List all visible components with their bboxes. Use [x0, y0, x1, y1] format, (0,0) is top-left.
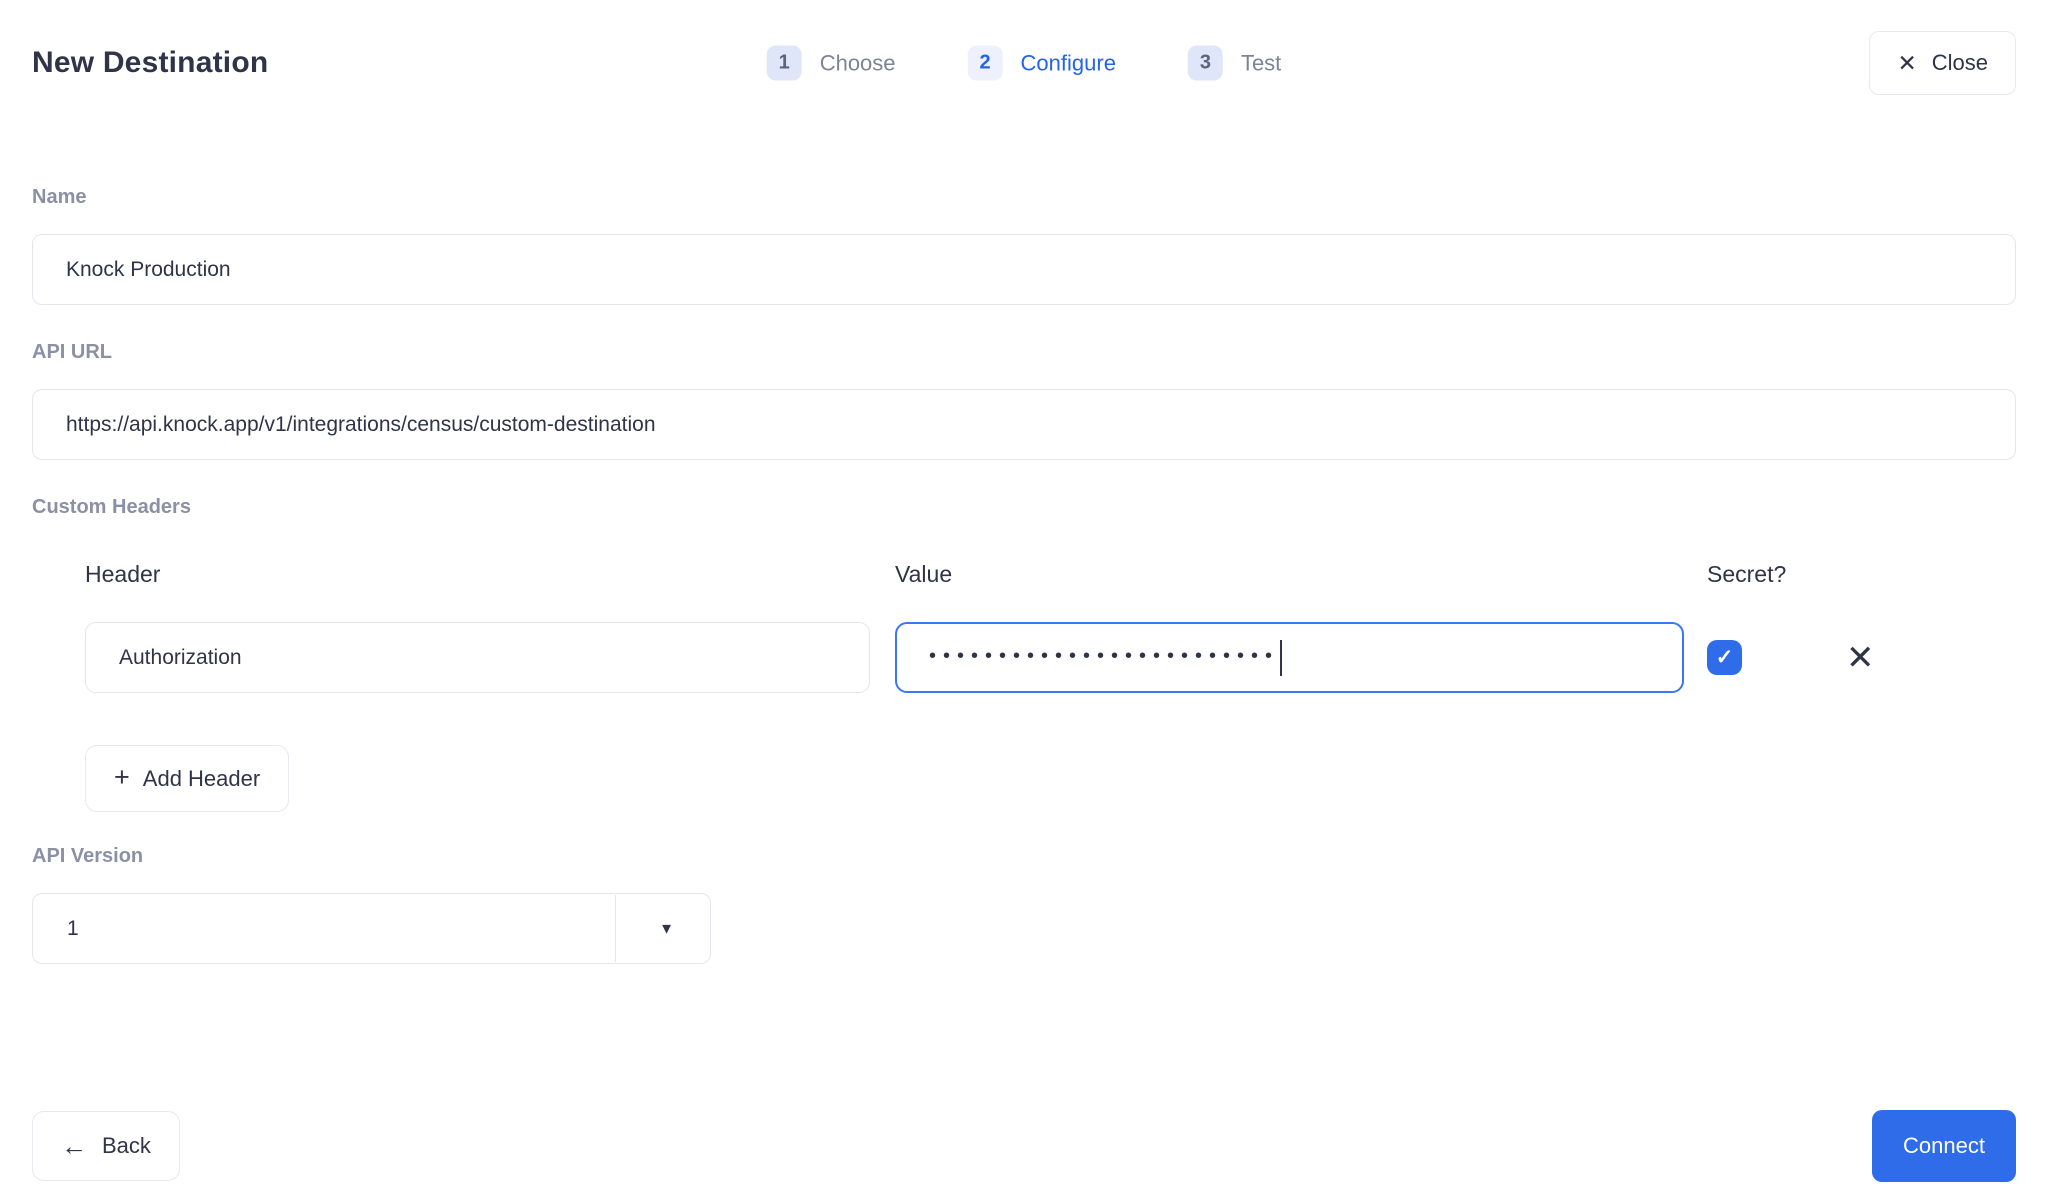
secret-checkbox[interactable]: ✓: [1707, 640, 1742, 675]
name-input[interactable]: [32, 234, 2016, 305]
text-cursor: [1280, 640, 1282, 676]
dialog-header: New Destination 1 Choose 2 Configure 3 T…: [32, 30, 2016, 96]
back-button[interactable]: ← Back: [32, 1111, 180, 1181]
header-row: ••••••••••••••••••••••••• ✓ ✕: [85, 622, 2016, 693]
api-version-select[interactable]: 1 ▼: [32, 893, 711, 964]
select-divider: [615, 895, 616, 962]
plus-icon: +: [114, 764, 130, 791]
new-destination-dialog: New Destination 1 Choose 2 Configure 3 T…: [0, 0, 2048, 1190]
api-url-label: API URL: [32, 341, 2016, 364]
name-label: Name: [32, 186, 2016, 209]
custom-headers-column-row: Header Value Secret?: [85, 561, 2016, 588]
step-choose[interactable]: 1 Choose: [767, 46, 896, 81]
column-value-label: Value: [895, 561, 1707, 588]
step-label: Test: [1241, 50, 1281, 76]
dialog-footer: ← Back Connect: [32, 1110, 2016, 1182]
remove-header-button[interactable]: ✕: [1846, 641, 1875, 675]
step-indicator: 1 Choose 2 Configure 3 Test: [767, 46, 1282, 81]
close-button[interactable]: ✕ Close: [1869, 31, 2016, 95]
step-number-badge: 3: [1188, 46, 1223, 81]
column-header-label: Header: [85, 561, 895, 588]
api-url-input[interactable]: [32, 389, 2016, 460]
step-number-badge: 2: [968, 46, 1003, 81]
add-header-button[interactable]: + Add Header: [85, 745, 289, 812]
api-version-value: 1: [33, 917, 79, 941]
close-icon: ✕: [1897, 52, 1916, 75]
back-arrow-icon: ←: [61, 1133, 87, 1159]
api-version-label: API Version: [32, 845, 2016, 868]
step-number-badge: 1: [767, 46, 802, 81]
custom-headers-label: Custom Headers: [32, 496, 2016, 519]
remove-icon: ✕: [1846, 639, 1875, 677]
step-configure[interactable]: 2 Configure: [968, 46, 1116, 81]
close-button-label: Close: [1932, 50, 1988, 76]
header-name-input[interactable]: [85, 622, 870, 693]
back-button-label: Back: [102, 1133, 151, 1159]
custom-headers-table: Header Value Secret? •••••••••••••••••••…: [85, 561, 2016, 693]
connect-button[interactable]: Connect: [1872, 1110, 2016, 1182]
page-title: New Destination: [32, 46, 268, 80]
add-header-label: Add Header: [143, 766, 260, 792]
caret-down-icon: ▼: [659, 920, 674, 937]
header-value-input[interactable]: •••••••••••••••••••••••••: [895, 622, 1684, 693]
step-label: Configure: [1021, 50, 1116, 76]
checkmark-icon: ✓: [1716, 645, 1734, 670]
step-label: Choose: [820, 50, 896, 76]
column-secret-label: Secret?: [1707, 561, 1786, 588]
step-test[interactable]: 3 Test: [1188, 46, 1281, 81]
masked-value-text: •••••••••••••••••••••••••: [929, 646, 1279, 666]
